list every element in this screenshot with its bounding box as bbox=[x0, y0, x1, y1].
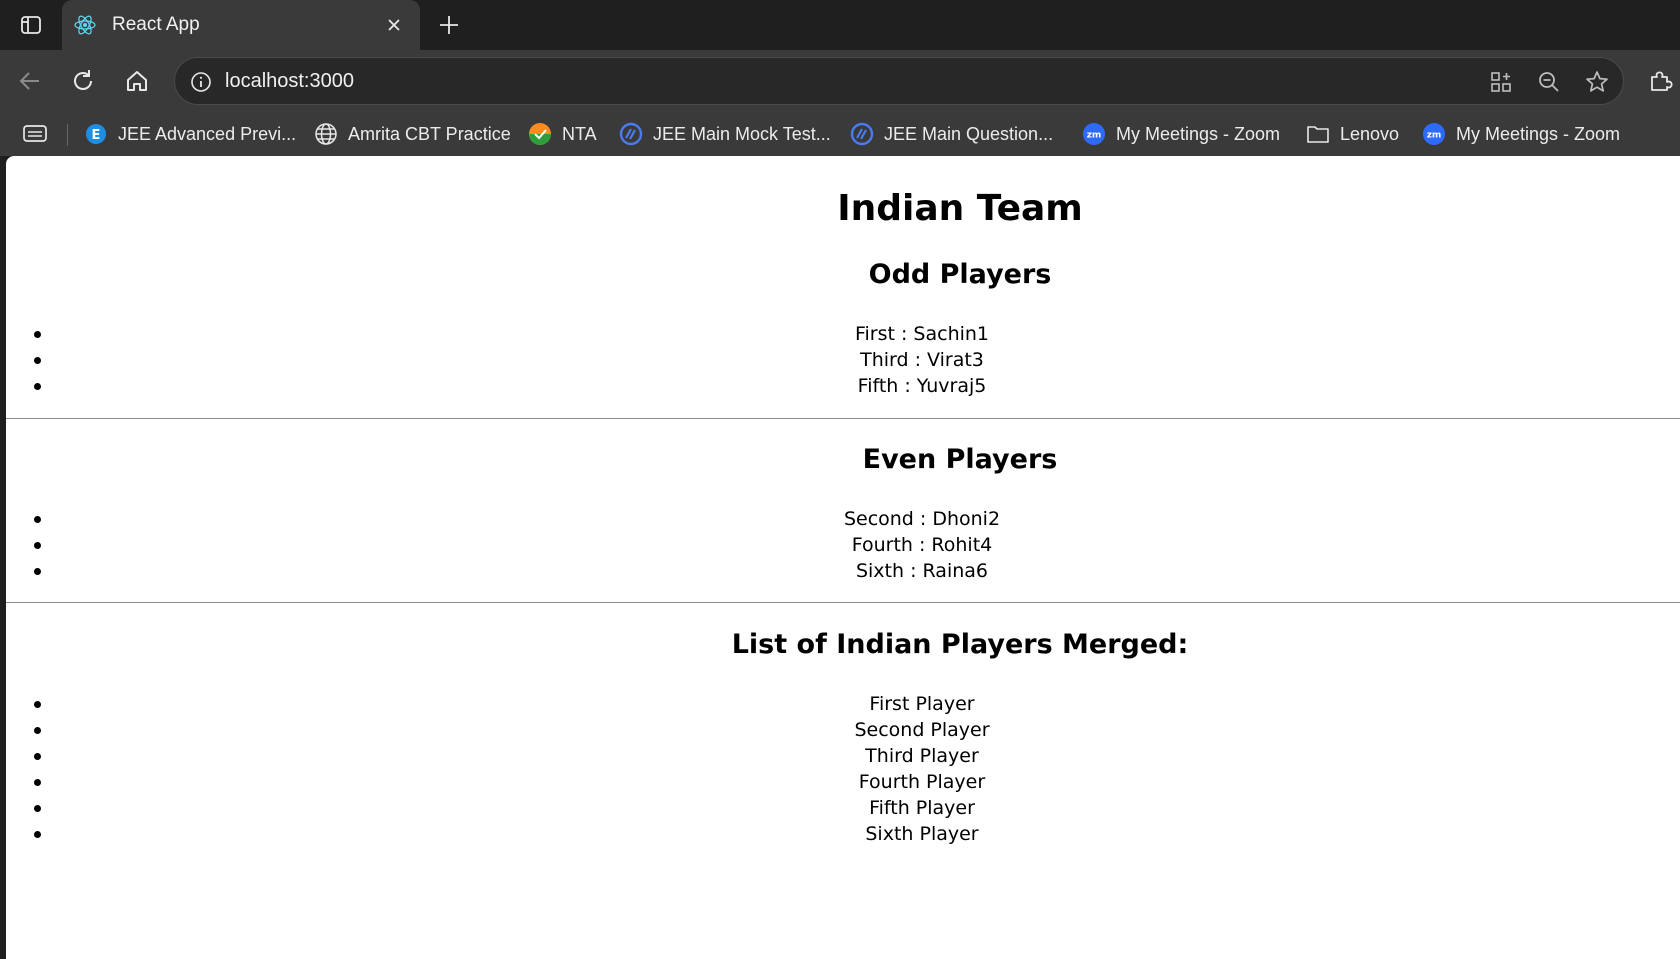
bookmark-item[interactable]: NTA bbox=[528, 118, 597, 150]
list-item: Sixth : Raina6 bbox=[6, 558, 1680, 584]
browser-tab-react-app[interactable]: React App bbox=[62, 0, 420, 50]
list-item: Sixth Player bbox=[6, 821, 1680, 847]
svg-text:zm: zm bbox=[1427, 131, 1442, 141]
page-viewport: Indian Team Odd Players First : Sachin1 … bbox=[6, 156, 1680, 959]
tab-title: React App bbox=[112, 14, 200, 35]
bookmark-item[interactable]: Amrita CBT Practice bbox=[314, 118, 511, 150]
page-title: Indian Team bbox=[837, 188, 1083, 229]
zoom-icon: zm bbox=[1082, 122, 1106, 146]
edge-e-icon: E bbox=[84, 122, 108, 146]
bookmarks-divider bbox=[67, 124, 68, 146]
divider bbox=[6, 602, 1680, 603]
reading-list-icon[interactable] bbox=[22, 118, 48, 150]
bookmark-item[interactable]: JEE Main Mock Test... bbox=[619, 118, 831, 150]
even-players-heading: Even Players bbox=[862, 444, 1058, 475]
list-item: Fourth : Rohit4 bbox=[6, 532, 1680, 558]
merged-players-heading: List of Indian Players Merged: bbox=[731, 629, 1189, 660]
bookmark-item[interactable]: Lenovo bbox=[1306, 118, 1399, 150]
zoom-icon: zm bbox=[1422, 122, 1446, 146]
zoom-out-icon[interactable] bbox=[1533, 66, 1565, 98]
merged-players-list: First Player Second Player Third Player … bbox=[6, 691, 1680, 847]
list-item: First : Sachin1 bbox=[6, 321, 1680, 347]
list-item: Third Player bbox=[6, 743, 1680, 769]
browser-toolbar: localhost:3000 bbox=[0, 50, 1680, 112]
globe-icon bbox=[314, 122, 338, 146]
list-item: Fifth : Yuvraj5 bbox=[6, 373, 1680, 399]
bookmark-item[interactable]: JEE Main Question... bbox=[850, 118, 1053, 150]
site-info-icon[interactable] bbox=[187, 68, 215, 96]
bookmarks-bar: E JEE Advanced Previ... Amrita CBT Pract… bbox=[0, 112, 1680, 156]
close-tab-icon[interactable] bbox=[380, 11, 408, 39]
list-item: Second Player bbox=[6, 717, 1680, 743]
svg-text:E: E bbox=[92, 128, 101, 143]
ring-logo-icon bbox=[619, 122, 643, 146]
react-logo-icon bbox=[72, 12, 98, 38]
nta-logo-icon bbox=[528, 122, 552, 146]
reload-icon[interactable] bbox=[63, 61, 103, 101]
list-item: Fourth Player bbox=[6, 769, 1680, 795]
bookmark-item[interactable]: zm My Meetings - Zoom bbox=[1422, 118, 1620, 150]
list-item: Fifth Player bbox=[6, 795, 1680, 821]
odd-players-heading: Odd Players bbox=[868, 259, 1052, 290]
odd-players-list: First : Sachin1 Third : Virat3 Fifth : Y… bbox=[6, 321, 1680, 399]
divider bbox=[6, 418, 1680, 419]
address-url: localhost:3000 bbox=[225, 70, 354, 92]
list-item: Third : Virat3 bbox=[6, 347, 1680, 373]
bookmark-item[interactable]: zm My Meetings - Zoom bbox=[1082, 118, 1280, 150]
folder-icon bbox=[1306, 122, 1330, 146]
even-players-list: Second : Dhoni2 Fourth : Rohit4 Sixth : … bbox=[6, 506, 1680, 584]
new-tab-icon[interactable] bbox=[432, 8, 466, 42]
favorite-star-icon[interactable] bbox=[1581, 66, 1613, 98]
extensions-puzzle-icon[interactable] bbox=[1640, 61, 1680, 101]
home-icon[interactable] bbox=[117, 61, 157, 101]
list-item: Second : Dhoni2 bbox=[6, 506, 1680, 532]
address-bar[interactable]: localhost:3000 bbox=[174, 57, 1624, 105]
bookmark-item[interactable]: E JEE Advanced Previ... bbox=[84, 118, 296, 150]
back-arrow-icon[interactable] bbox=[10, 61, 50, 101]
svg-text:zm: zm bbox=[1087, 131, 1102, 141]
app-available-icon[interactable] bbox=[1485, 66, 1517, 98]
list-item: First Player bbox=[6, 691, 1680, 717]
ring-logo-icon bbox=[850, 122, 874, 146]
tab-strip: React App bbox=[0, 0, 1680, 50]
tab-actions-icon[interactable] bbox=[14, 10, 48, 40]
